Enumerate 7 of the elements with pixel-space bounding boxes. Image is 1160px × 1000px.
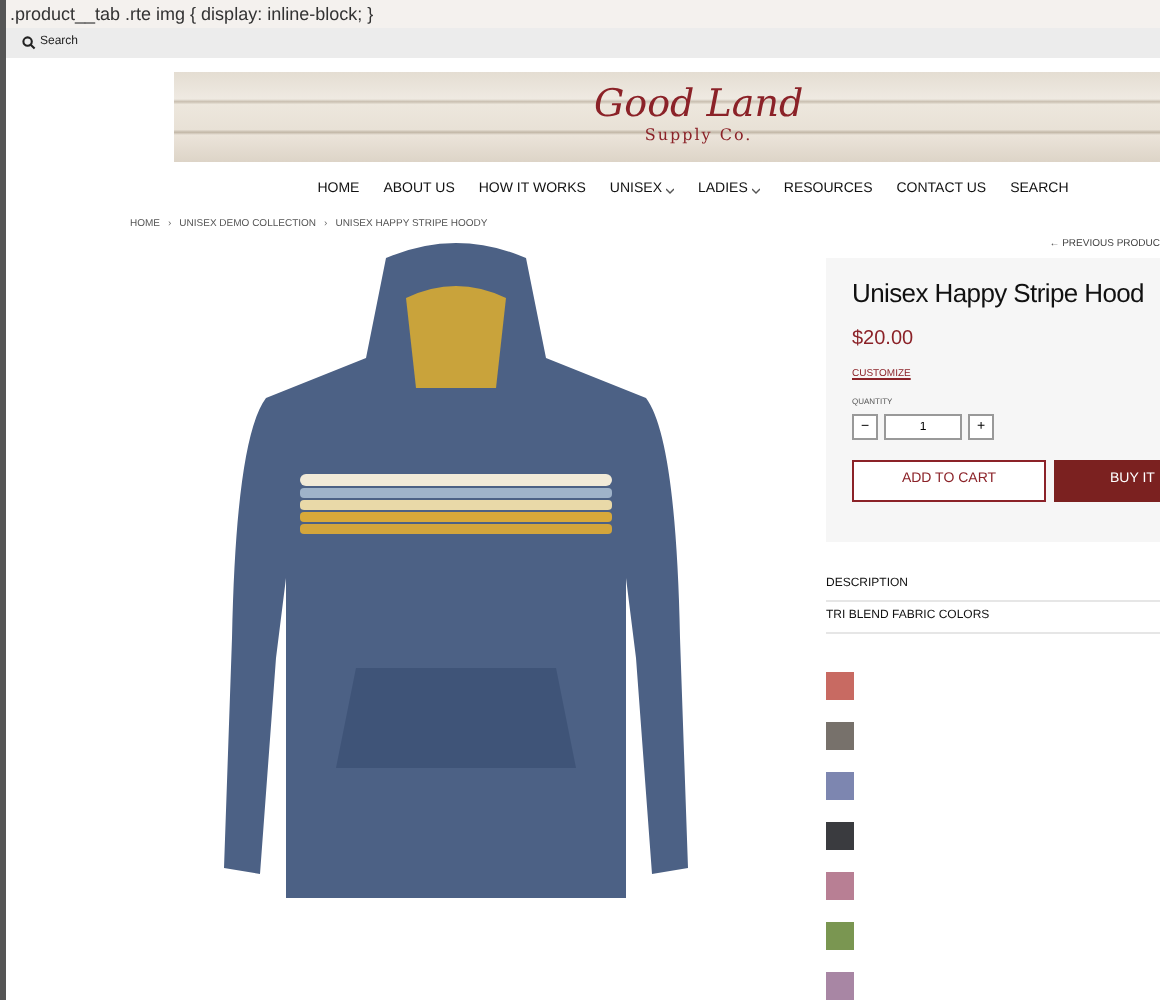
caret-icon [751,187,760,194]
search-icon [22,35,36,50]
caret-icon [665,187,674,194]
code-bar: .product__tab .rte img { display: inline-block; } [6,0,1160,28]
product-price: $20.00 [852,325,916,354]
logo[interactable]: Good Land Supply Co. [594,84,804,149]
product-title: Unisex Happy Stripe Hood [852,276,1144,313]
